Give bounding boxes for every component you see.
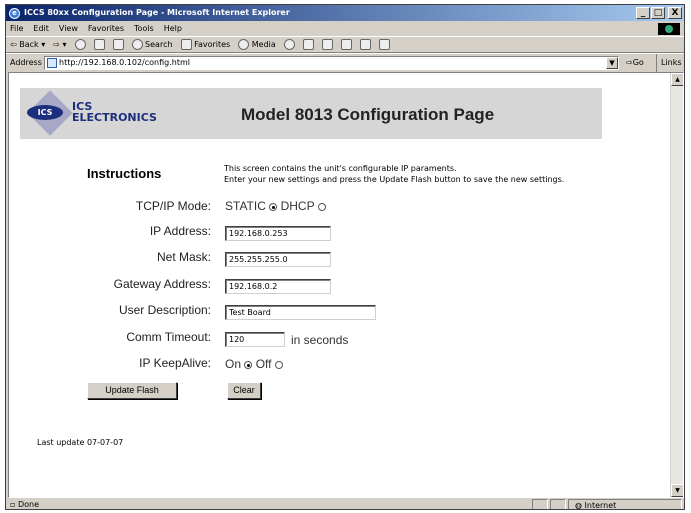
page-title: Model 8013 Configuration Page	[241, 105, 495, 124]
search-icon	[131, 39, 143, 50]
description-label: User Description:	[118, 303, 211, 317]
update-flash-button[interactable]: Update Flash	[87, 382, 177, 399]
status-cell	[532, 499, 548, 509]
company-logo-text: ICS ELECTRONICS	[72, 100, 157, 124]
title-bar: e ICCS 80xx Configuration Page - Microso…	[6, 5, 684, 21]
maximize-button[interactable]: □	[651, 7, 665, 19]
messenger-icon[interactable]	[378, 39, 390, 50]
dhcp-radio[interactable]	[317, 202, 326, 211]
favorites-button[interactable]: Favorites	[180, 36, 230, 53]
status-cell	[550, 499, 566, 509]
status-bar: ▫ Done ◍ Internet	[8, 499, 684, 510]
search-button[interactable]: Search	[131, 36, 173, 53]
globe-icon: ◍	[575, 501, 582, 510]
net-mask-input[interactable]: 255.255.255.0	[225, 252, 331, 267]
menu-file[interactable]: File	[10, 21, 23, 36]
gateway-input[interactable]: 192.168.0.2	[225, 279, 331, 294]
instructions-text: This screen contains the unit's configur…	[224, 164, 565, 184]
clear-button[interactable]: Clear	[227, 382, 261, 399]
description-input[interactable]: Test Board	[225, 305, 376, 320]
menu-view[interactable]: View	[59, 21, 78, 36]
keepalive-on-radio[interactable]	[244, 360, 253, 369]
ie-logo-icon: e	[9, 8, 20, 19]
address-url: http://192.168.0.102/config.html	[59, 58, 190, 67]
toolbar: ⇦ Back ▾ ⇨ ▾ Search Favorites Media	[6, 36, 684, 53]
last-update-text: Last update 07-07-07	[37, 438, 124, 447]
keepalive-label: IP KeepAlive:	[139, 356, 211, 370]
tcpip-mode-label: TCP/IP Mode:	[135, 199, 211, 213]
tcpip-mode-group: STATIC DHCP	[225, 199, 326, 213]
timeout-input[interactable]: 120	[225, 332, 285, 347]
address-input[interactable]: http://192.168.0.102/config.html	[44, 56, 619, 70]
gateway-label: Gateway Address:	[113, 277, 211, 291]
menu-tools[interactable]: Tools	[134, 21, 154, 36]
home-icon[interactable]	[112, 39, 124, 50]
status-page-icon: ▫	[10, 500, 16, 509]
print-icon[interactable]	[321, 39, 333, 50]
keepalive-group: On Off	[225, 357, 283, 371]
media-button[interactable]: Media	[238, 36, 276, 53]
close-button[interactable]: X	[668, 7, 682, 19]
forward-button[interactable]: ⇨ ▾	[53, 36, 66, 53]
net-mask-label: Net Mask:	[156, 250, 211, 264]
page-icon	[47, 58, 57, 68]
status-text: Done	[17, 500, 40, 509]
security-zone: ◍ Internet	[568, 499, 682, 510]
discuss-icon[interactable]	[359, 39, 371, 50]
minimize-button[interactable]: _	[636, 7, 650, 19]
page-banner: ICS ICS ELECTRONICS Model 8013 Configura…	[20, 88, 602, 139]
instructions-heading: Instructions	[87, 166, 162, 181]
ip-address-label: IP Address:	[149, 224, 211, 238]
refresh-icon[interactable]	[93, 39, 105, 50]
back-button[interactable]: ⇦ Back ▾	[10, 36, 45, 53]
edit-icon[interactable]	[340, 39, 352, 50]
menu-favorites[interactable]: Favorites	[88, 21, 124, 36]
address-dropdown-icon[interactable]: ▼	[606, 57, 618, 69]
ip-address-input[interactable]: 192.168.0.253	[225, 226, 331, 241]
address-label: Address	[10, 58, 42, 67]
timeout-unit: in seconds	[291, 333, 349, 347]
menu-edit[interactable]: Edit	[33, 21, 49, 36]
page-content: ICS ICS ELECTRONICS Model 8013 Configura…	[8, 72, 684, 498]
scroll-down-icon[interactable]: ▼	[671, 484, 683, 497]
browser-window: e ICCS 80xx Configuration Page - Microso…	[5, 4, 685, 510]
windows-logo-icon	[658, 23, 680, 35]
menu-help[interactable]: Help	[164, 21, 182, 36]
vertical-scrollbar[interactable]: ▲ ▼	[670, 73, 683, 497]
go-button[interactable]: ⇨Go	[626, 54, 644, 72]
stop-icon[interactable]	[74, 39, 86, 50]
static-radio[interactable]	[269, 202, 278, 211]
address-bar: Address http://192.168.0.102/config.html…	[6, 53, 684, 90]
favorites-icon	[180, 39, 192, 50]
media-icon	[238, 39, 250, 50]
history-icon[interactable]	[283, 39, 295, 50]
scroll-up-icon[interactable]: ▲	[671, 73, 683, 86]
timeout-label: Comm Timeout:	[126, 330, 211, 344]
window-title: ICCS 80xx Configuration Page - Microsoft…	[24, 8, 290, 17]
mail-icon[interactable]	[302, 39, 314, 50]
logo-mark: ICS	[27, 105, 63, 120]
menu-bar: File Edit View Favorites Tools Help	[6, 21, 684, 36]
keepalive-off-radio[interactable]	[274, 360, 283, 369]
